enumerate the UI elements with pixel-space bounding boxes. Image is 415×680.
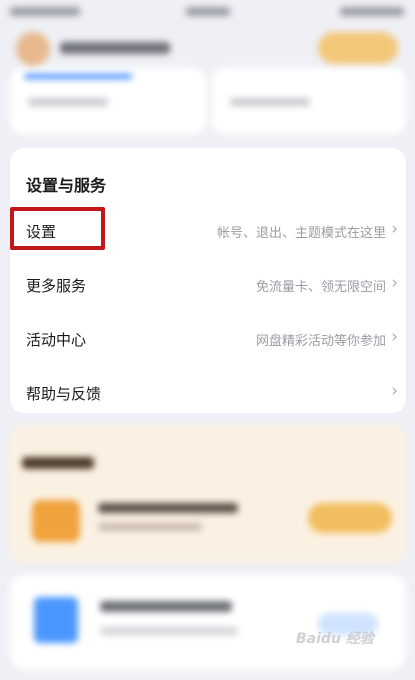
username	[60, 42, 170, 54]
status-bar	[0, 0, 415, 24]
menu-item-desc: 免流量卡、领无限空间	[255, 280, 386, 295]
welfare-subtext	[98, 523, 202, 531]
profile-row[interactable]	[0, 30, 415, 70]
watermark-logo: Baidu 经验	[296, 631, 374, 647]
storage-usage-card[interactable]	[10, 68, 206, 134]
annotation-highlight-box	[10, 207, 105, 250]
menu-item-activity-center[interactable]: 活动中心 网盘精彩活动等你参加 ›	[10, 318, 406, 358]
battery-icon	[340, 7, 404, 16]
promo-card[interactable]	[10, 575, 406, 670]
promo-title	[100, 601, 232, 612]
chevron-right-icon: ›	[391, 381, 398, 401]
member-info-card[interactable]	[212, 68, 406, 134]
welfare-text	[98, 503, 238, 513]
storage-icon	[34, 597, 78, 643]
menu-item-desc: 网盘精彩活动等你参加	[255, 334, 386, 349]
menu-item-label: 活动中心	[26, 331, 87, 349]
menu-item-desc: 帐号、退出、主题模式在这里	[216, 226, 386, 241]
storage-usage-text	[28, 98, 108, 106]
chevron-right-icon: ›	[391, 219, 398, 239]
welfare-title	[22, 457, 94, 469]
member-info-text	[230, 98, 310, 106]
menu-item-help-feedback[interactable]: 帮助与反馈 ›	[10, 372, 406, 412]
status-time	[186, 7, 230, 16]
menu-item-label: 帮助与反馈	[26, 385, 102, 403]
settings-services-card: 设置与服务 设置 帐号、退出、主题模式在这里 › 更多服务 免流量卡、领无限空间…	[10, 148, 406, 413]
menu-item-label: 更多服务	[26, 277, 87, 295]
gift-icon	[32, 500, 80, 542]
chevron-right-icon: ›	[391, 327, 398, 347]
welfare-card[interactable]	[10, 425, 406, 563]
chevron-right-icon: ›	[391, 273, 398, 293]
signal-icon	[10, 7, 80, 16]
promo-subtext	[100, 627, 238, 635]
section-title: 设置与服务	[26, 176, 107, 195]
welfare-claim-button[interactable]	[308, 503, 392, 533]
vip-button[interactable]	[318, 32, 398, 64]
menu-item-more-services[interactable]: 更多服务 免流量卡、领无限空间 ›	[10, 264, 406, 304]
storage-progress-bar	[24, 74, 132, 79]
avatar[interactable]	[16, 32, 50, 66]
